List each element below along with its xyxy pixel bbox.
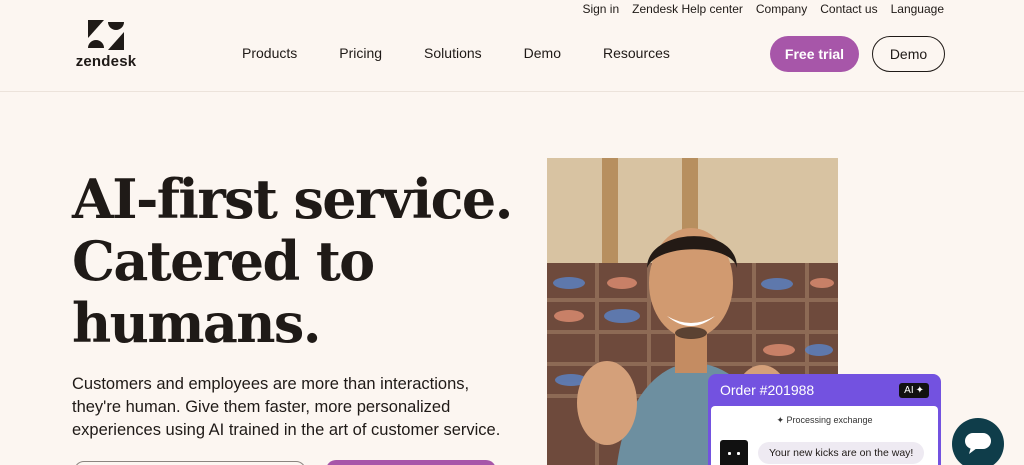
chat-launcher-button[interactable] xyxy=(952,418,1004,465)
order-chat-card: Order #201988 AI ✦ ✦ Processing exchange… xyxy=(708,374,941,465)
chat-card-header: Order #201988 AI ✦ xyxy=(708,374,941,406)
chat-body: ✦ Processing exchange Your new kicks are… xyxy=(711,406,938,465)
brand-name: zendesk xyxy=(75,53,137,70)
site-header: zendesk Sign in Zendesk Help center Comp… xyxy=(0,0,1024,92)
sparkle-icon: ✦ xyxy=(776,415,784,425)
hero-title-line-3: humans. xyxy=(72,291,322,355)
cta-primary-button[interactable] xyxy=(326,460,496,465)
nav-products[interactable]: Products xyxy=(242,45,297,61)
bot-avatar xyxy=(720,440,748,465)
chat-message-bubble: Your new kicks are on the way! xyxy=(758,442,925,464)
sign-in-link[interactable]: Sign in xyxy=(582,2,619,16)
hero-title: AI-first service. Catered to humans. xyxy=(72,168,542,354)
nav-pricing[interactable]: Pricing xyxy=(339,45,382,61)
help-center-link[interactable]: Zendesk Help center xyxy=(632,2,743,16)
hero-title-line-2: Catered to xyxy=(72,229,375,293)
hero-title-line-1: AI-first service. xyxy=(72,167,513,231)
cta-secondary-button[interactable] xyxy=(74,461,306,465)
processing-status: ✦ Processing exchange xyxy=(711,415,938,426)
nav-resources[interactable]: Resources xyxy=(603,45,670,61)
zendesk-logo[interactable]: zendesk xyxy=(70,20,142,72)
sparkle-icon: ✦ xyxy=(915,384,924,396)
chat-bubble-icon xyxy=(965,433,991,454)
language-link[interactable]: Language xyxy=(891,2,944,16)
hero-subtitle: Customers and employees are more than in… xyxy=(72,375,501,439)
utility-nav: Sign in Zendesk Help center Company Cont… xyxy=(582,2,944,16)
processing-label: Processing exchange xyxy=(786,415,873,425)
demo-button[interactable]: Demo xyxy=(872,36,945,72)
order-number: Order #201988 xyxy=(720,382,815,398)
nav-solutions[interactable]: Solutions xyxy=(424,45,482,61)
company-link[interactable]: Company xyxy=(756,2,807,16)
free-trial-button[interactable]: Free trial xyxy=(770,36,859,72)
zendesk-logo-icon xyxy=(88,20,124,50)
nav-demo[interactable]: Demo xyxy=(524,45,561,61)
ai-badge-label: AI xyxy=(904,384,914,396)
main-nav: Products Pricing Solutions Demo Resource… xyxy=(242,45,712,61)
contact-us-link[interactable]: Contact us xyxy=(820,2,877,16)
ai-badge: AI ✦ xyxy=(899,382,929,398)
